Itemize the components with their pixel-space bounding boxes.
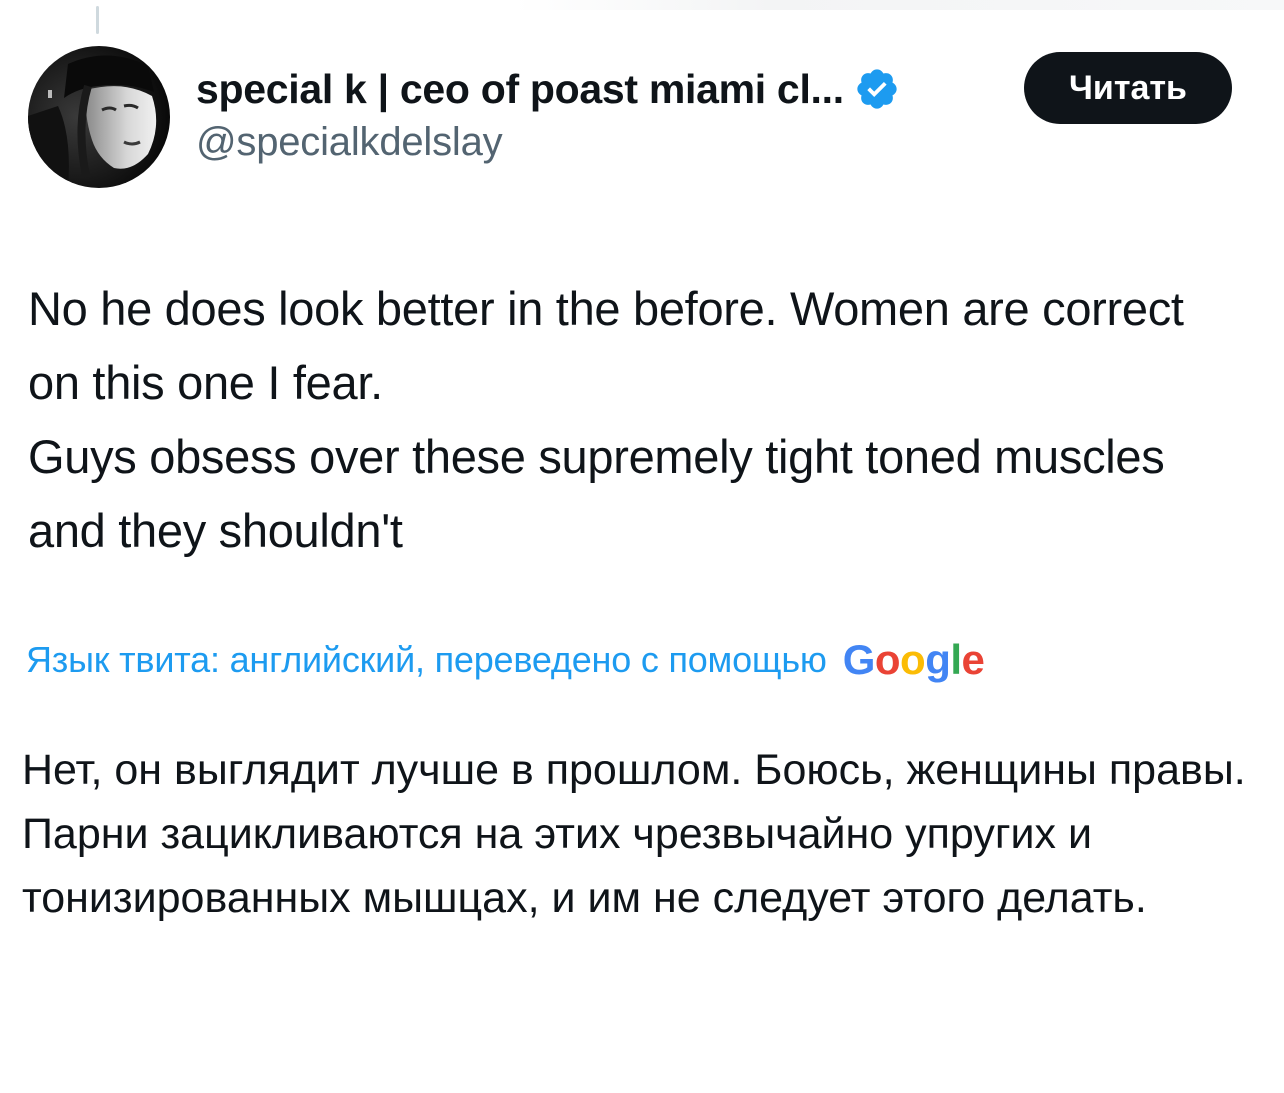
translated-text-line: Нет, он выглядит лучше в прошлом. Боюсь,… [22,746,1246,794]
follow-button[interactable]: Читать [1024,52,1232,124]
tweet-author-header: special k | ceo of poast miami cl... @sp… [196,62,996,165]
tweet-body: No he does look better in the before. Wo… [28,272,1248,568]
verified-badge-icon[interactable] [854,66,900,112]
google-logo-icon: Google [842,636,985,683]
author-handle[interactable]: @specialkdelslay [196,120,996,165]
tweet-text-line: No he does look better in the before. Wo… [28,282,1184,409]
translation-label[interactable]: Язык твита: английский, переведено с пом… [26,639,827,681]
author-display-name[interactable]: special k | ceo of poast miami cl... [196,66,844,113]
thread-connector-line [96,6,99,34]
translated-text-line: Парни зацикливаются на этих чрезвычайно … [22,810,1147,922]
translated-tweet-body: Нет, он выглядит лучше в прошлом. Боюсь,… [22,738,1262,930]
avatar[interactable] [28,46,170,188]
top-divider [0,0,1284,10]
author-name-row: special k | ceo of poast miami cl... [196,62,996,116]
user-avatar-photo-icon [28,46,170,188]
tweet-text-line: Guys obsess over these supremely tight t… [28,430,1165,557]
translation-attribution[interactable]: Язык твита: английский, переведено с пом… [26,636,985,684]
